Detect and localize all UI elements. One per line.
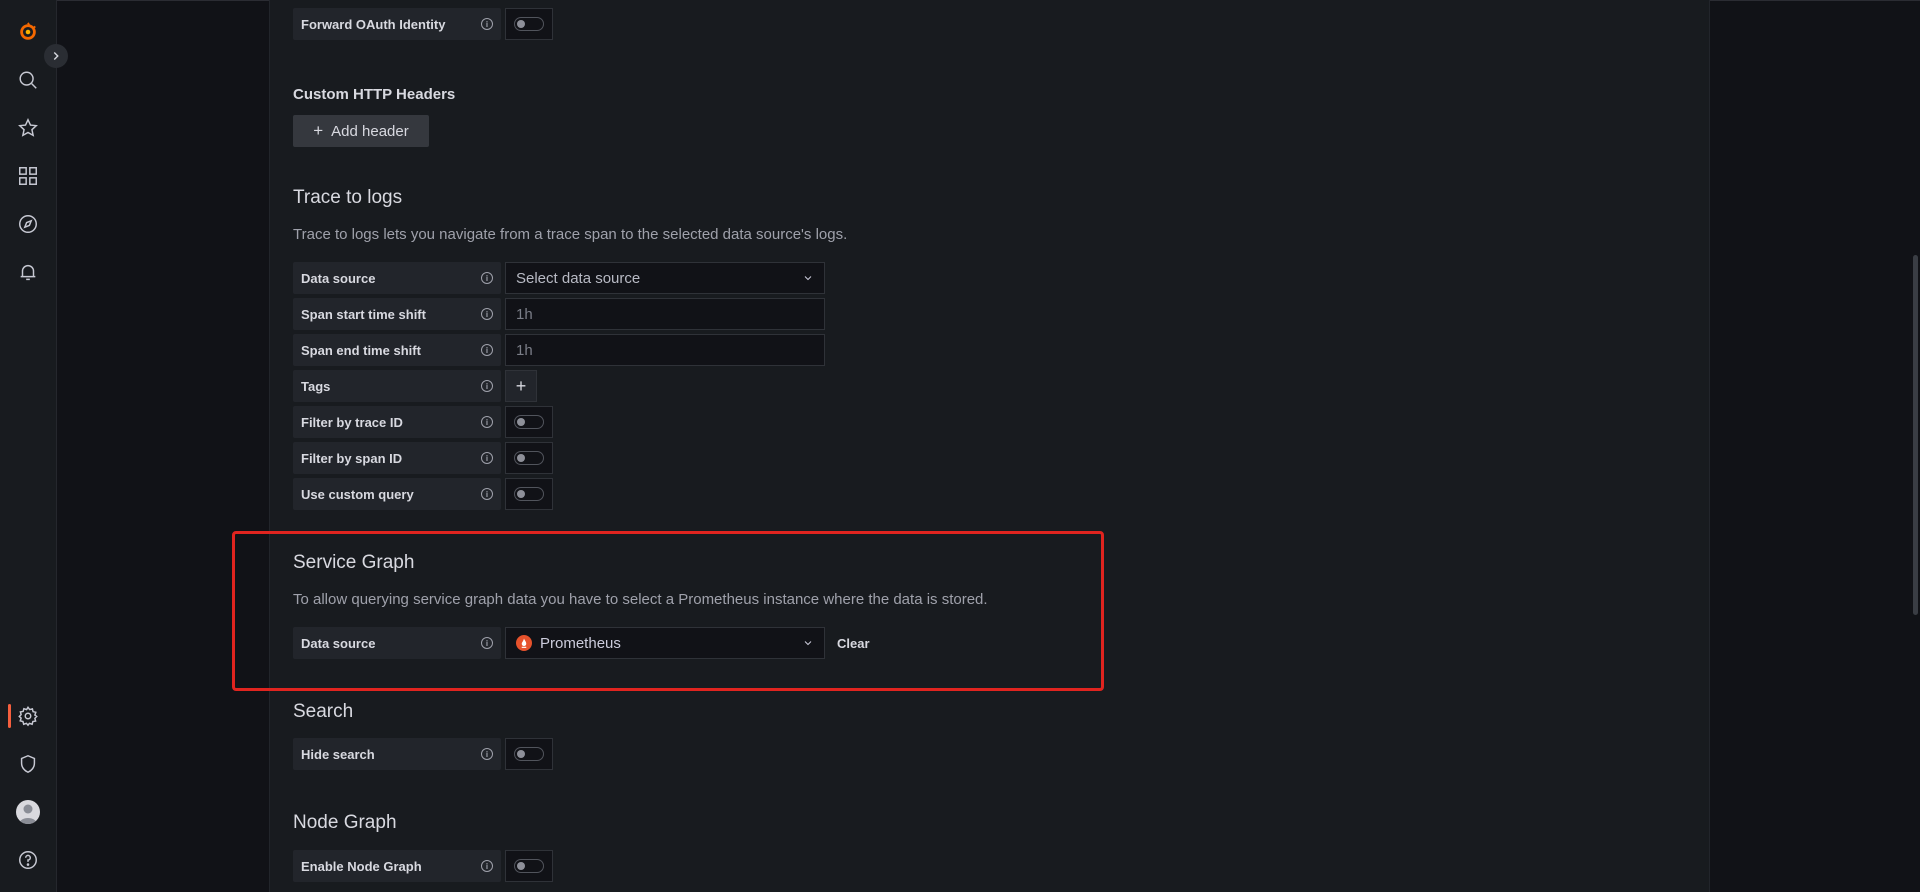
info-icon[interactable]: i [481, 272, 493, 284]
info-icon[interactable]: i [481, 18, 493, 30]
prometheus-icon [516, 635, 532, 651]
custom-query-toggle-box [505, 478, 553, 510]
enable-node-graph-row: Enable Node Graph i [293, 850, 553, 882]
filter-span-label: Filter by span ID [301, 450, 403, 466]
oauth-label-cell: Forward OAuth Identity i [293, 8, 501, 40]
plus-icon: + [313, 121, 324, 140]
filter-span-toggle-box [505, 442, 553, 474]
trace-data-source-label: Data source [301, 270, 376, 286]
custom-query-row: Use custom query i [293, 478, 553, 510]
filter-trace-label-cell: Filter by trace ID i [293, 406, 501, 438]
service-graph-data-source-label-cell: Data source i [293, 627, 501, 659]
filter-trace-row: Filter by trace ID i [293, 406, 553, 438]
info-icon[interactable]: i [481, 748, 493, 760]
filter-span-toggle[interactable] [514, 451, 544, 465]
help-icon[interactable] [14, 846, 42, 874]
service-graph-data-source-select[interactable]: Prometheus [505, 627, 825, 659]
hide-search-label: Hide search [301, 746, 375, 762]
chevron-down-icon [804, 276, 812, 281]
enable-node-graph-label-cell: Enable Node Graph i [293, 850, 501, 882]
sidebar-nav [0, 0, 57, 892]
span-start-label-cell: Span start time shift i [293, 298, 501, 330]
gear-icon[interactable] [14, 702, 42, 730]
hide-search-row: Hide search i [293, 738, 553, 770]
search-section-title: Search [293, 701, 354, 722]
tags-label-cell: Tags i [293, 370, 501, 402]
chevron-down-icon [804, 641, 812, 646]
info-icon[interactable]: i [481, 380, 493, 392]
star-icon[interactable] [14, 114, 42, 142]
custom-query-label: Use custom query [301, 486, 414, 502]
custom-headers-title: Custom HTTP Headers [293, 86, 456, 103]
avatar [16, 800, 40, 824]
info-icon[interactable]: i [481, 452, 493, 464]
trace-data-source-row: Data source i Select data source [293, 262, 825, 294]
expand-sidebar-button[interactable] [44, 44, 68, 68]
oauth-label: Forward OAuth Identity [301, 16, 446, 32]
hide-search-toggle[interactable] [514, 747, 544, 761]
tags-row: Tags i + [293, 370, 537, 402]
service-graph-data-source-row: Data source i Prometheus Clear [293, 627, 870, 659]
oauth-row: Forward OAuth Identity i [293, 8, 553, 40]
service-graph-title: Service Graph [293, 552, 415, 573]
span-end-input[interactable]: 1h [505, 334, 825, 366]
tags-label: Tags [301, 378, 331, 394]
alerting-icon[interactable] [14, 258, 42, 286]
info-icon[interactable]: i [481, 488, 493, 500]
add-header-label: Add header [331, 122, 409, 140]
service-graph-data-source-label: Data source [301, 635, 376, 651]
plus-icon: + [515, 375, 527, 396]
info-icon[interactable]: i [481, 860, 493, 872]
span-end-label-cell: Span end time shift i [293, 334, 501, 366]
hide-search-label-cell: Hide search i [293, 738, 501, 770]
filter-trace-label: Filter by trace ID [301, 414, 403, 430]
node-graph-title: Node Graph [293, 812, 397, 833]
add-tag-button[interactable]: + [505, 370, 537, 402]
span-start-input[interactable]: 1h [505, 298, 825, 330]
chevron-right-icon [53, 52, 59, 60]
trace-data-source-select[interactable]: Select data source [505, 262, 825, 294]
info-icon[interactable]: i [481, 344, 493, 356]
search-icon[interactable] [14, 66, 42, 94]
span-end-row: Span end time shift i 1h [293, 334, 825, 366]
trace-to-logs-title: Trace to logs [293, 187, 403, 208]
oauth-toggle[interactable] [514, 17, 544, 31]
active-indicator [8, 704, 11, 728]
enable-node-graph-toggle-box [505, 850, 553, 882]
span-start-label: Span start time shift [301, 306, 426, 322]
user-avatar[interactable] [14, 798, 42, 826]
grafana-logo-icon[interactable] [14, 18, 42, 46]
custom-query-toggle[interactable] [514, 487, 544, 501]
selected-data-source: Prometheus [516, 635, 621, 652]
trace-data-source-placeholder: Select data source [516, 269, 641, 287]
explore-icon[interactable] [14, 210, 42, 238]
span-end-label: Span end time shift [301, 342, 421, 358]
trace-to-logs-description: Trace to logs lets you navigate from a t… [293, 226, 848, 243]
trace-data-source-label-cell: Data source i [293, 262, 501, 294]
custom-query-label-cell: Use custom query i [293, 478, 501, 510]
oauth-toggle-box [505, 8, 553, 40]
filter-trace-toggle[interactable] [514, 415, 544, 429]
info-icon[interactable]: i [481, 637, 493, 649]
add-header-button[interactable]: + Add header [293, 115, 429, 147]
filter-span-row: Filter by span ID i [293, 442, 553, 474]
info-icon[interactable]: i [481, 416, 493, 428]
selected-data-source-label: Prometheus [540, 634, 621, 652]
shield-icon[interactable] [14, 750, 42, 778]
enable-node-graph-label: Enable Node Graph [301, 858, 422, 874]
span-start-row: Span start time shift i 1h [293, 298, 825, 330]
filter-span-label-cell: Filter by span ID i [293, 442, 501, 474]
scrollbar[interactable] [1913, 255, 1918, 615]
info-icon[interactable]: i [481, 308, 493, 320]
dashboards-icon[interactable] [14, 162, 42, 190]
service-graph-description: To allow querying service graph data you… [293, 591, 988, 608]
clear-button[interactable]: Clear [837, 636, 870, 651]
hide-search-toggle-box [505, 738, 553, 770]
enable-node-graph-toggle[interactable] [514, 859, 544, 873]
filter-trace-toggle-box [505, 406, 553, 438]
